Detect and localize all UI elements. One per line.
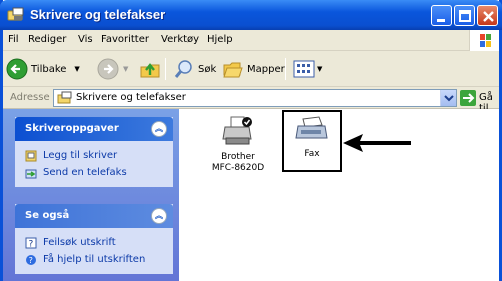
menu-view[interactable]: Vis — [78, 34, 93, 45]
menu-bar: Fil Rediger Vis Favoritter Verktøy Hjelp — [3, 30, 499, 51]
toolbar-separator — [165, 58, 166, 80]
views-icon — [293, 60, 315, 78]
toolbar-separator — [285, 58, 286, 80]
chevron-down-icon — [444, 95, 454, 102]
windows-flag-icon — [480, 34, 491, 47]
printer-name-line2: MFC-8620D — [211, 163, 265, 173]
svg-text:?: ? — [29, 239, 34, 249]
troubleshoot-label: Feilsøk utskrift — [43, 237, 116, 248]
help-question-icon: ? — [25, 237, 37, 249]
printers-folder-icon — [7, 7, 24, 21]
views-button[interactable]: ▼ — [293, 56, 322, 82]
see-also-header[interactable]: Se også ︽ — [15, 204, 173, 228]
menu-favorites[interactable]: Favoritter — [101, 34, 149, 45]
address-field[interactable]: Skrivere og telefakser — [53, 89, 457, 107]
add-printer-label: Legg til skriver — [43, 150, 118, 161]
toolbar: Tilbake ▼ ▼ Søk Mapper ▼ — [3, 51, 499, 87]
back-dropdown-icon[interactable]: ▼ — [74, 65, 79, 73]
up-folder-button[interactable] — [139, 56, 161, 82]
menu-tools[interactable]: Verktøy — [161, 34, 199, 45]
back-arrow-icon — [6, 58, 28, 80]
forward-dropdown-icon[interactable]: ▼ — [123, 65, 128, 73]
search-button[interactable]: Søk — [173, 56, 216, 82]
go-button[interactable] — [460, 90, 476, 106]
maximize-button[interactable] — [454, 5, 475, 26]
close-icon — [483, 11, 494, 22]
go-arrow-icon — [463, 93, 475, 103]
printing-help-task[interactable]: ? Få hjelp til utskriften — [25, 251, 173, 268]
forward-arrow-icon — [97, 58, 119, 80]
maximize-icon — [459, 10, 471, 22]
svg-text:?: ? — [29, 256, 33, 265]
troubleshoot-printing-task[interactable]: ? Feilsøk utskrift — [25, 234, 173, 251]
explorer-window: Skrivere og telefakser Fil Rediger Vis F… — [0, 0, 502, 281]
printer-item-brother[interactable]: Brother MFC-8620D — [208, 114, 268, 174]
fax-item[interactable]: Fax — [286, 116, 338, 160]
printer-tasks-title: Skriveroppgaver — [25, 123, 119, 134]
window-title: Skrivere og telefakser — [30, 7, 166, 22]
collapse-icon[interactable]: ︽ — [151, 208, 167, 224]
address-bar: Adresse Skrivere og telefakser Gå til — [3, 87, 499, 114]
pointer-arrow-icon — [343, 134, 411, 152]
fax-icon — [295, 116, 328, 139]
search-label: Søk — [198, 63, 217, 75]
windows-logo — [469, 30, 499, 51]
printer-icon — [222, 116, 252, 145]
add-printer-icon — [25, 150, 37, 161]
address-dropdown-button[interactable] — [440, 90, 456, 106]
add-printer-task[interactable]: Legg til skriver — [25, 147, 173, 164]
menu-help[interactable]: Hjelp — [207, 34, 233, 45]
collapse-icon[interactable]: ︽ — [151, 121, 167, 137]
send-fax-label: Send en telefaks — [43, 167, 127, 178]
address-label: Adresse — [10, 92, 50, 103]
menu-edit[interactable]: Rediger — [28, 34, 66, 45]
minimize-button[interactable] — [431, 5, 452, 26]
folders-label: Mapper — [247, 63, 285, 75]
printer-tasks-header[interactable]: Skriveroppgaver ︽ — [15, 117, 173, 141]
close-button[interactable] — [477, 5, 498, 26]
task-pane: Skriveroppgaver ︽ Legg til skriver Send … — [3, 109, 179, 281]
minimize-icon — [437, 19, 445, 22]
forward-button[interactable]: ▼ — [97, 56, 128, 82]
back-button[interactable]: Tilbake ▼ — [6, 56, 80, 82]
printing-help-label: Få hjelp til utskriften — [43, 254, 146, 265]
up-folder-icon — [140, 63, 160, 78]
folders-button[interactable]: Mapper — [222, 56, 285, 82]
folders-icon — [223, 62, 243, 78]
see-also-panel: Se også ︽ ? Feilsøk utskrift ? Få hjelp … — [15, 204, 173, 274]
printer-tasks-panel: Skriveroppgaver ︽ Legg til skriver Send … — [15, 117, 173, 187]
printers-folder-icon — [57, 91, 72, 104]
help-circle-icon: ? — [26, 254, 36, 265]
views-dropdown-icon[interactable]: ▼ — [317, 65, 322, 73]
send-fax-icon — [25, 169, 37, 178]
printer-name-line1: Brother — [221, 152, 255, 162]
send-fax-task[interactable]: Send en telefaks — [25, 164, 173, 181]
title-bar[interactable]: Skrivere og telefakser — [0, 0, 502, 30]
search-icon — [174, 60, 192, 78]
menu-file[interactable]: Fil — [8, 34, 19, 45]
fax-label: Fax — [304, 149, 320, 159]
see-also-title: Se også — [25, 210, 70, 221]
address-value: Skrivere og telefakser — [76, 92, 186, 103]
back-label: Tilbake — [31, 63, 67, 75]
